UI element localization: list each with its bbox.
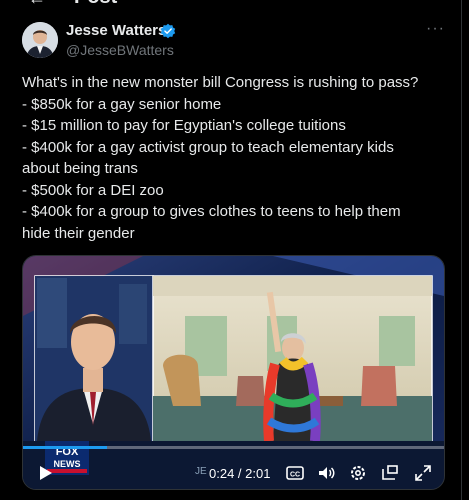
ghost-caption: JE xyxy=(195,466,207,477)
tweet-line: - $850k for a gay senior home xyxy=(22,95,222,113)
top-bar: ← Post xyxy=(0,0,469,8)
verified-badge-icon xyxy=(160,23,176,39)
column-divider xyxy=(461,0,462,500)
avatar-image xyxy=(22,22,58,58)
tweet-line: about being trans xyxy=(22,160,138,177)
tweet-line: What's in the new monster bill Congress … xyxy=(22,74,419,91)
video-controls: JE 0:24 / 2:01 CC xyxy=(23,456,444,489)
tweet-line: - $400k for a gay activist group to teac… xyxy=(22,138,394,156)
back-arrow-icon[interactable]: ← xyxy=(28,0,46,8)
video-time: 0:24 / 2:01 xyxy=(209,466,271,481)
author-name[interactable]: Jesse Watters xyxy=(66,22,166,39)
avatar[interactable] xyxy=(22,22,58,58)
tweet-line: hide their gender xyxy=(22,224,135,242)
page-title: Post xyxy=(74,0,117,8)
volume-icon[interactable] xyxy=(316,463,336,483)
video-progress-fill xyxy=(23,446,108,449)
svg-text:CC: CC xyxy=(290,472,300,479)
fullscreen-icon[interactable] xyxy=(413,463,433,483)
more-dots-icon[interactable]: ··· xyxy=(426,20,445,38)
tweet-text: What's in the new monster bill Congress … xyxy=(22,72,442,244)
video-player[interactable]: FOX NEWS JE 0:24 / 2:01 CC xyxy=(22,255,445,490)
captions-icon[interactable]: CC xyxy=(285,463,305,483)
tweet-line: - $500k for a DEI zoo xyxy=(22,181,164,199)
author-handle[interactable]: @JesseBWatters xyxy=(66,42,174,58)
tweet-line: - $400k for a group to gives clothes to … xyxy=(22,203,401,220)
video-scrubber[interactable] xyxy=(23,446,444,449)
tweet-line: - $15 million to pay for Egyptian's coll… xyxy=(22,117,346,134)
play-icon[interactable] xyxy=(35,463,55,483)
picture-in-picture-icon[interactable] xyxy=(380,463,400,483)
settings-gear-icon[interactable] xyxy=(348,463,368,483)
